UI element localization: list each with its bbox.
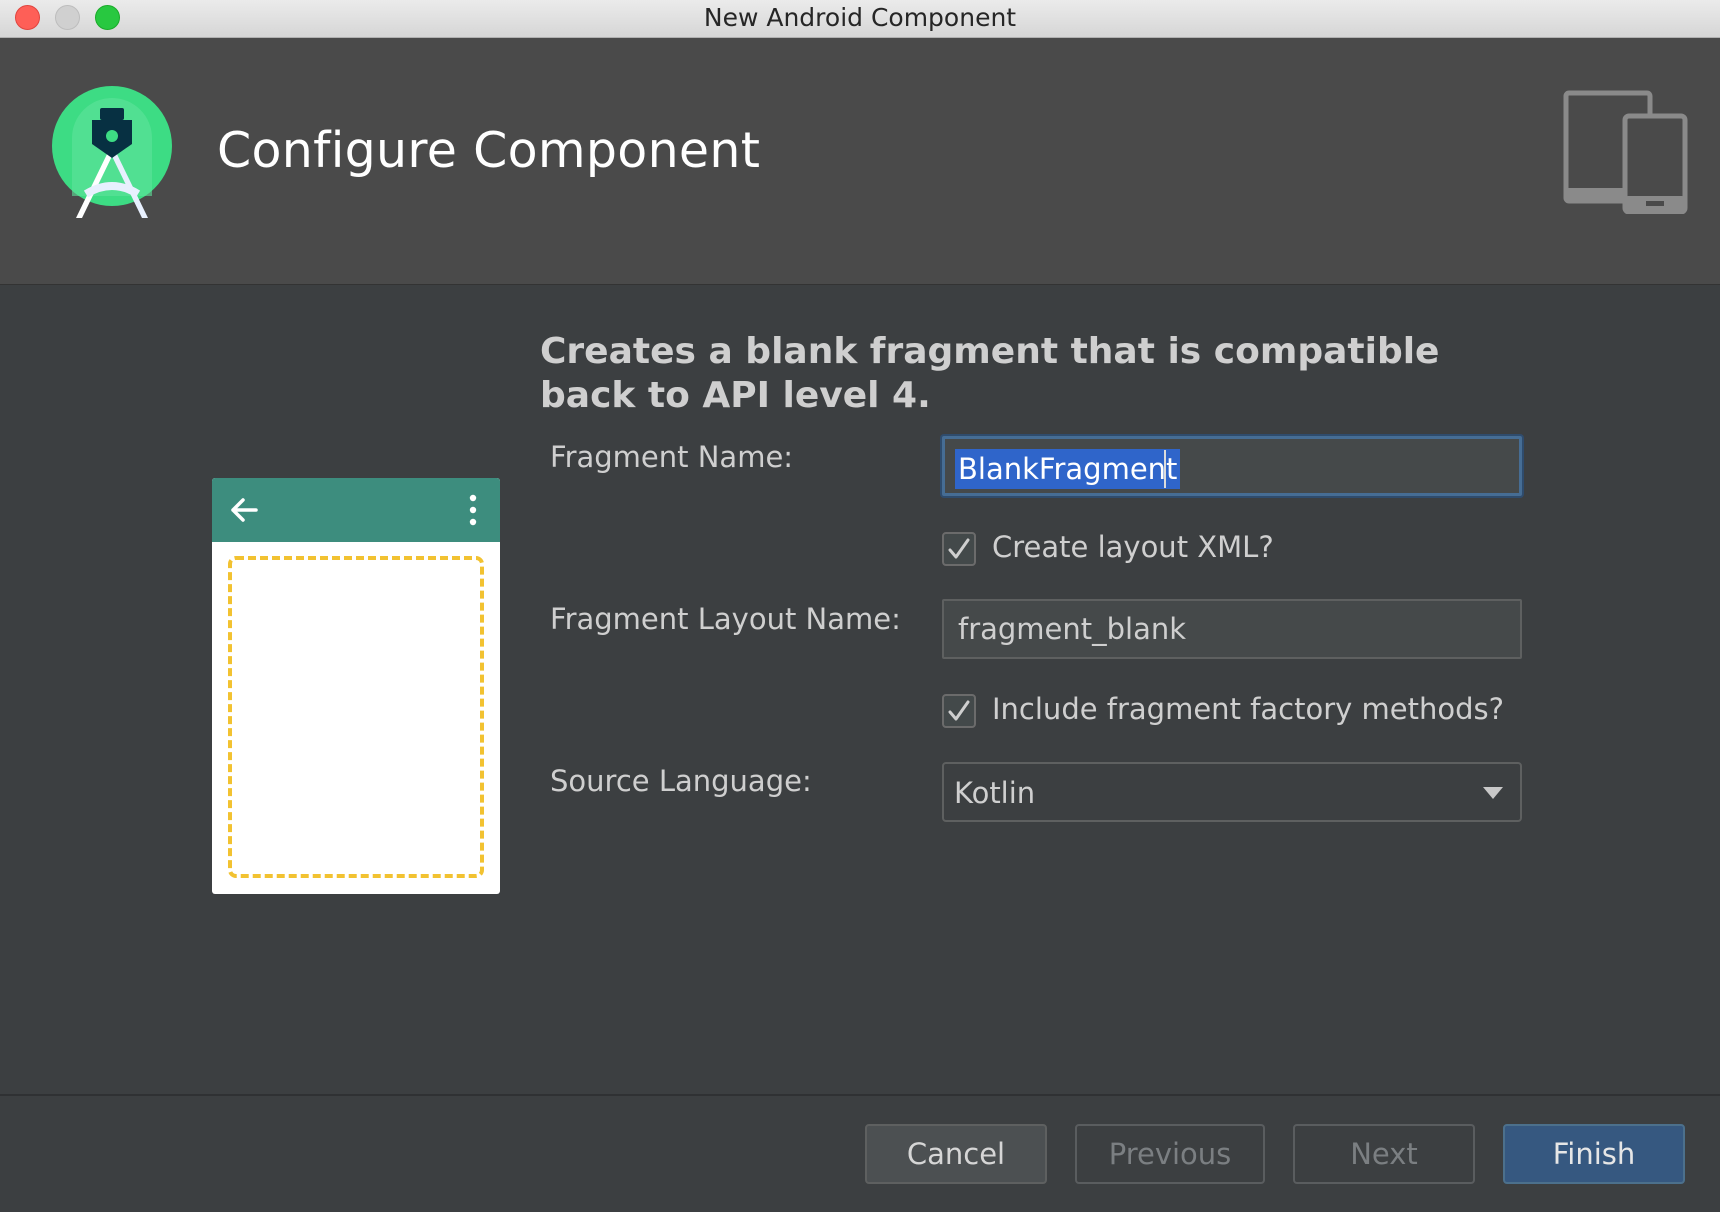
arrow-back-icon	[231, 498, 258, 522]
fragment-name-value[interactable]: BlankFragment	[955, 449, 1181, 489]
checkmark-icon	[948, 538, 970, 559]
more-vert-icon	[469, 494, 477, 526]
title-bar: New Android Component	[0, 0, 1720, 38]
preview-toolbar	[212, 478, 500, 542]
footer-divider	[0, 1094, 1720, 1096]
text-caret	[1164, 450, 1166, 488]
finish-button[interactable]: Finish	[1503, 1124, 1685, 1184]
previous-button[interactable]: Previous	[1075, 1124, 1265, 1184]
next-button[interactable]: Next	[1293, 1124, 1475, 1184]
source-language-value: Kotlin	[954, 776, 1036, 810]
fragment-preview	[212, 478, 500, 894]
cancel-button[interactable]: Cancel	[865, 1124, 1047, 1184]
template-description: Creates a blank fragment that is compati…	[540, 331, 1440, 416]
android-studio-logo-icon	[52, 86, 172, 218]
checkmark-icon	[948, 700, 970, 721]
phone-tablet-devices-icon	[1563, 90, 1688, 214]
chevron-down-icon	[1483, 787, 1503, 799]
factory-methods-checkbox[interactable]	[942, 694, 976, 728]
wizard-header: Configure Component	[0, 38, 1720, 285]
source-language-label: Source Language:	[550, 764, 812, 798]
page-title: Configure Component	[217, 122, 761, 179]
create-layout-checkbox[interactable]	[942, 532, 976, 566]
layout-name-field[interactable]	[942, 599, 1522, 659]
source-language-dropdown[interactable]: Kotlin	[942, 762, 1522, 822]
factory-methods-label[interactable]: Include fragment factory methods?	[992, 692, 1504, 726]
window-title: New Android Component	[703, 3, 1017, 32]
fragment-name-label: Fragment Name:	[550, 440, 794, 474]
create-layout-label[interactable]: Create layout XML?	[992, 530, 1274, 564]
fragment-placeholder-frame	[228, 556, 484, 878]
layout-name-label: Fragment Layout Name:	[550, 602, 901, 636]
